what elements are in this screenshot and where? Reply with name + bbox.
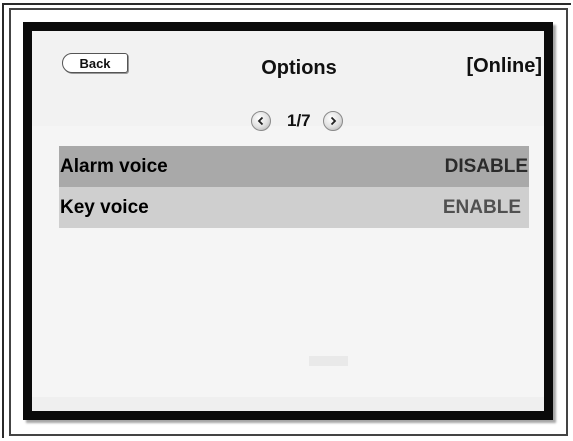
option-value[interactable]: ENABLE (443, 197, 529, 219)
prev-page-button[interactable] (251, 111, 271, 131)
device-screen: Back Options [Online] 1/7 Alarm voice DI… (23, 22, 553, 420)
page-title: Options (261, 57, 337, 79)
connection-status: [Online] (466, 55, 542, 77)
chevron-left-icon (257, 116, 264, 126)
option-row-alarm-voice[interactable]: Alarm voice DISABLE (59, 146, 529, 187)
option-value[interactable]: DISABLE (445, 156, 529, 178)
next-page-button[interactable] (322, 111, 343, 131)
back-button[interactable]: Back (62, 53, 128, 73)
option-label: Key voice (60, 196, 149, 218)
scroll-indicator (309, 356, 348, 366)
footer-strip (32, 397, 544, 411)
page-indicator: 1/7 (287, 111, 311, 130)
options-list: Alarm voice DISABLE Key voice ENABLE (59, 146, 529, 228)
pager: 1/7 (251, 110, 343, 132)
option-row-key-voice[interactable]: Key voice ENABLE (59, 187, 529, 228)
chevron-right-icon (330, 116, 336, 126)
option-label: Alarm voice (60, 155, 168, 177)
screen-content: Back Options [Online] 1/7 Alarm voice DI… (32, 31, 544, 411)
